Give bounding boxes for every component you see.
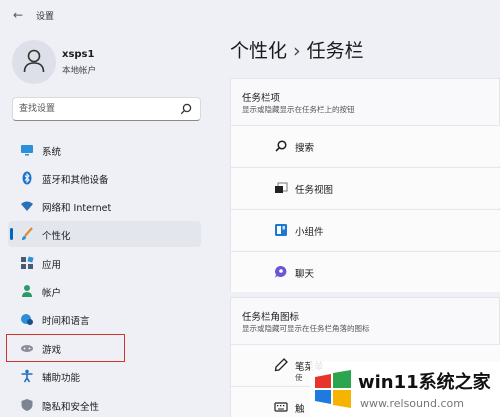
section-title: 任务栏项	[242, 93, 281, 104]
breadcrumb-separator: ›	[293, 40, 301, 62]
task-view-icon	[274, 181, 288, 195]
sidebar-item-system[interactable]: 系统	[8, 137, 201, 163]
shield-icon	[20, 398, 34, 412]
search-icon	[274, 139, 288, 153]
watermark-url: www.relsound.com	[360, 397, 464, 410]
person-avatar-icon	[23, 49, 45, 73]
sidebar-item-time-language[interactable]: 时间和语言	[8, 306, 201, 332]
row-label: 聊天	[295, 269, 315, 280]
apps-icon	[20, 256, 34, 270]
row-label: 触	[295, 404, 305, 415]
site-watermark: win11系统之家 www.relsound.com	[310, 362, 500, 417]
watermark-text: win11系统之家	[358, 372, 491, 393]
row-description: 使	[295, 373, 303, 382]
widgets-icon	[274, 223, 288, 237]
selection-indicator	[10, 228, 13, 240]
taskbar-item-chat[interactable]: 聊天	[231, 251, 500, 292]
sidebar-item-network[interactable]: 网络和 Internet	[8, 193, 201, 219]
section-title: 任务栏角图标	[242, 312, 300, 323]
account-type: 本地帐户	[62, 66, 97, 76]
pen-icon	[274, 358, 288, 372]
sidebar-item-label: 隐私和安全性	[42, 402, 100, 413]
sidebar-item-accounts[interactable]: 帐户	[8, 278, 201, 304]
taskbar-items-panel: 任务栏项 显示或隐藏显示在任务栏上的按钮 搜索 任务视图 小组件 聊天	[230, 78, 500, 292]
search-icon[interactable]	[180, 103, 192, 118]
accessibility-icon	[20, 369, 34, 383]
app-title: 设置	[36, 12, 55, 22]
sidebar-item-label: 个性化	[42, 231, 71, 242]
row-label: 小组件	[295, 227, 324, 238]
chat-icon	[274, 265, 288, 279]
keyboard-icon	[274, 400, 288, 414]
windows-logo-icon	[313, 369, 353, 412]
brush-icon	[20, 227, 34, 241]
globe-clock-icon	[20, 312, 34, 326]
taskbar-item-widgets[interactable]: 小组件	[231, 209, 500, 250]
back-button[interactable]: ←	[10, 7, 26, 23]
sidebar-item-label: 时间和语言	[42, 316, 90, 327]
monitor-icon	[20, 143, 34, 157]
breadcrumb: 个性化 › 任务栏	[230, 36, 364, 63]
sidebar-item-label: 辅助功能	[42, 373, 81, 384]
row-label: 任务视图	[295, 185, 334, 196]
sidebar-item-label: 帐户	[42, 288, 62, 299]
taskbar-item-search[interactable]: 搜索	[231, 125, 500, 166]
section-subtitle: 显示或隐藏可显示在任务栏角落的图标	[242, 324, 370, 333]
corner-icons-header[interactable]: 任务栏角图标 显示或隐藏可显示在任务栏角落的图标	[231, 298, 499, 344]
sidebar-item-accessibility[interactable]: 辅助功能	[8, 363, 201, 389]
bluetooth-icon	[20, 171, 34, 185]
sidebar-item-label: 网络和 Internet	[42, 203, 112, 214]
wifi-icon	[20, 199, 34, 213]
section-subtitle: 显示或隐藏显示在任务栏上的按钮	[242, 105, 355, 114]
user-name: xsps1	[62, 49, 95, 60]
breadcrumb-personalization[interactable]: 个性化	[230, 40, 287, 62]
search-input[interactable]	[19, 101, 174, 117]
user-profile[interactable]: xsps1 本地帐户	[12, 40, 212, 84]
sidebar-item-privacy[interactable]: 隐私和安全性	[8, 392, 201, 417]
sidebar-item-personalization[interactable]: 个性化	[8, 221, 201, 247]
search-box[interactable]	[12, 97, 201, 121]
row-label: 搜索	[295, 143, 315, 154]
sidebar-item-label: 蓝牙和其他设备	[42, 175, 109, 186]
gaming-highlight-box	[6, 334, 125, 362]
taskbar-item-task-view[interactable]: 任务视图	[231, 167, 500, 208]
page-title: 任务栏	[306, 40, 364, 62]
sidebar-item-label: 应用	[42, 260, 62, 271]
sidebar-item-apps[interactable]: 应用	[8, 250, 201, 276]
avatar	[12, 40, 56, 84]
sidebar-item-label: 系统	[42, 147, 62, 158]
sidebar-item-bluetooth[interactable]: 蓝牙和其他设备	[8, 165, 201, 191]
person-icon	[20, 284, 34, 298]
taskbar-items-header[interactable]: 任务栏项 显示或隐藏显示在任务栏上的按钮	[231, 79, 499, 125]
title-bar: ← 设置	[0, 0, 500, 30]
